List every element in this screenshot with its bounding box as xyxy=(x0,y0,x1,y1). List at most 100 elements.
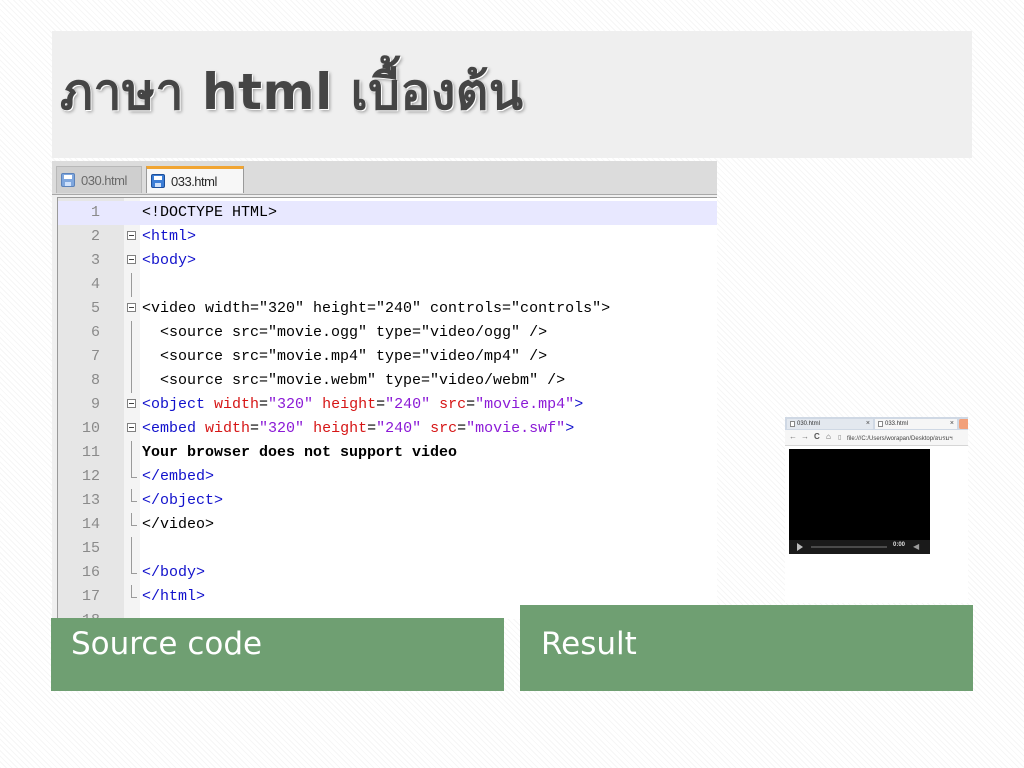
code-line[interactable]: 13 </object> xyxy=(58,489,717,513)
code-token: "240" xyxy=(376,420,422,437)
back-arrow-icon[interactable]: ← xyxy=(789,432,797,441)
fold-guide xyxy=(124,345,140,369)
code-text: </video> xyxy=(142,513,214,537)
line-number: 11 xyxy=(81,444,100,461)
code-token: height xyxy=(313,420,368,437)
fold-guide xyxy=(124,489,140,513)
code-line[interactable]: 4 xyxy=(58,273,717,297)
code-token: = xyxy=(259,396,269,413)
line-number: 5 xyxy=(90,300,100,317)
line-number: 3 xyxy=(90,252,100,269)
code-line[interactable]: 10 <embed width="320" height="240" src="m… xyxy=(58,417,717,441)
code-line[interactable]: 3 <body> xyxy=(58,249,717,273)
line-number: 14 xyxy=(81,516,100,533)
line-number: 6 xyxy=(90,324,100,341)
code-token: <!DOCTYPE HTML> xyxy=(142,204,278,221)
code-line[interactable]: 2 <html> xyxy=(58,225,717,249)
result-label: Result xyxy=(541,626,637,662)
code-token: = xyxy=(466,396,476,413)
home-icon[interactable]: ⌂ xyxy=(826,432,831,441)
code-line[interactable]: 14 </video> xyxy=(58,513,717,537)
code-line[interactable]: 8 <source src="movie.webm" type="video/w… xyxy=(58,369,717,393)
code-line[interactable]: 16 </body> xyxy=(58,561,717,585)
code-token: <source src="movie.ogg" type="video/ogg"… xyxy=(142,324,548,341)
code-line[interactable]: 12 </embed> xyxy=(58,465,717,489)
code-token: width xyxy=(214,396,260,413)
line-number: 15 xyxy=(81,540,100,557)
code-token: </body> xyxy=(142,564,206,581)
code-line[interactable]: 1 <!DOCTYPE HTML> xyxy=(58,201,717,225)
fold-toggle-icon[interactable] xyxy=(124,249,140,273)
code-token: "320" xyxy=(259,420,305,437)
fold-guide xyxy=(124,537,140,561)
code-line[interactable]: 9 <object width="320" height="240" src="m… xyxy=(58,393,717,417)
slide-title: ภาษา html เบื้องต้น xyxy=(60,63,524,121)
code-text: <source src="movie.webm" type="video/web… xyxy=(142,369,565,393)
code-token: </embed> xyxy=(142,468,215,485)
code-token: <video width="320" height="240" controls… xyxy=(142,300,611,317)
fold-guide xyxy=(124,513,140,537)
browser-tab-033[interactable]: 033.html × xyxy=(875,419,957,429)
code-text: Your browser does not support video xyxy=(142,441,457,465)
code-line[interactable]: 6 <source src="movie.ogg" type="video/og… xyxy=(58,321,717,345)
fold-toggle-icon[interactable] xyxy=(124,393,140,417)
address-bar[interactable]: file:///C:/Users/worapan/Desktop/อบรมฯ xyxy=(847,433,953,443)
seek-bar[interactable] xyxy=(811,546,887,548)
browser-tab-label: 033.html xyxy=(885,421,909,427)
play-icon[interactable] xyxy=(797,543,803,551)
new-tab-button[interactable] xyxy=(959,419,968,429)
code-text: <body> xyxy=(142,249,196,273)
reload-icon[interactable]: C xyxy=(814,432,820,441)
document-icon: ▯ xyxy=(838,435,842,441)
code-area[interactable]: 1 <!DOCTYPE HTML> 2 <html> 3 <body> 4 5 <video w… xyxy=(57,197,717,619)
fold-guide xyxy=(124,369,140,393)
browser-tab-030[interactable]: 030.html × xyxy=(787,419,873,429)
code-token: "movie.mp4" xyxy=(475,396,575,413)
code-text: <source src="movie.ogg" type="video/ogg"… xyxy=(142,321,547,345)
tab-033-html[interactable]: 033.html xyxy=(146,166,244,193)
line-number: 12 xyxy=(81,468,100,485)
close-icon[interactable]: × xyxy=(866,419,870,429)
code-token: > xyxy=(565,420,575,437)
line-number: 7 xyxy=(90,348,100,365)
close-icon[interactable]: × xyxy=(950,419,954,429)
code-text: </body> xyxy=(142,561,205,585)
fold-guide xyxy=(124,465,140,489)
fold-toggle-icon[interactable] xyxy=(124,225,140,249)
file-icon xyxy=(61,173,75,187)
line-number: 2 xyxy=(90,228,100,245)
video-controls: 0:00 ◀︎ xyxy=(789,540,930,554)
browser-result-thumbnail: 030.html × 033.html × ← → C ⌂ ▯ file:///… xyxy=(785,417,968,603)
code-text: <source src="movie.mp4" type="video/mp4"… xyxy=(142,345,547,369)
code-line[interactable]: 15 xyxy=(58,537,717,561)
code-text: <video width="320" height="240" controls… xyxy=(142,297,610,321)
code-token: <embed xyxy=(142,420,206,437)
browser-tab-strip: 030.html × 033.html × xyxy=(785,417,968,430)
volume-icon[interactable]: ◀︎ xyxy=(913,542,919,552)
source-code-label-box: Source code xyxy=(51,618,504,691)
code-text: <embed width="320" height="240" src="mov… xyxy=(142,417,574,441)
code-line[interactable]: 11 Your browser does not support video xyxy=(58,441,717,465)
code-token: <source src="movie.mp4" type="video/mp4"… xyxy=(142,348,548,365)
code-text: <html> xyxy=(142,225,196,249)
code-token: "240" xyxy=(385,396,431,413)
forward-arrow-icon[interactable]: → xyxy=(801,432,809,441)
code-token: <html> xyxy=(142,228,197,245)
line-number: 17 xyxy=(81,588,100,605)
tab-030-html[interactable]: 030.html xyxy=(56,166,142,193)
document-icon xyxy=(878,421,883,427)
line-number: 1 xyxy=(90,204,100,221)
code-line[interactable]: 7 <source src="movie.mp4" type="video/mp… xyxy=(58,345,717,369)
code-line[interactable]: 5 <video width="320" height="240" control… xyxy=(58,297,717,321)
fold-toggle-icon[interactable] xyxy=(124,297,140,321)
video-player[interactable]: 0:00 ◀︎ xyxy=(789,449,930,554)
line-number: 10 xyxy=(81,420,100,437)
document-icon xyxy=(790,421,795,427)
code-token: = xyxy=(367,420,377,437)
fold-toggle-icon[interactable] xyxy=(124,417,140,441)
source-code-label: Source code xyxy=(71,626,263,662)
fold-guide xyxy=(124,585,140,609)
